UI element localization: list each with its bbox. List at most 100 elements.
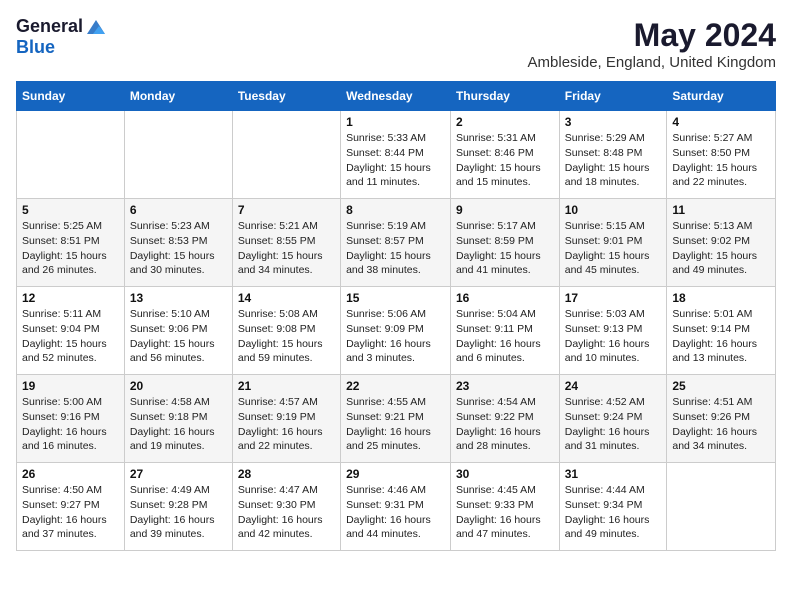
day-info: Sunrise: 5:11 AM Sunset: 9:04 PM Dayligh… [22,307,119,366]
day-number: 11 [672,203,770,217]
day-info: Sunrise: 4:51 AM Sunset: 9:26 PM Dayligh… [672,395,770,454]
day-info: Sunrise: 5:15 AM Sunset: 9:01 PM Dayligh… [565,219,662,278]
day-info: Sunrise: 5:33 AM Sunset: 8:44 PM Dayligh… [346,131,445,190]
day-number: 18 [672,291,770,305]
calendar-cell: 14 Sunrise: 5:08 AM Sunset: 9:08 PM Dayli… [232,287,340,375]
calendar-cell: 25 Sunrise: 4:51 AM Sunset: 9:26 PM Dayli… [667,375,776,463]
day-header-monday: Monday [124,82,232,111]
calendar-cell: 7 Sunrise: 5:21 AM Sunset: 8:55 PM Daylig… [232,199,340,287]
day-number: 29 [346,467,445,481]
calendar-cell: 5 Sunrise: 5:25 AM Sunset: 8:51 PM Daylig… [17,199,125,287]
calendar-cell: 10 Sunrise: 5:15 AM Sunset: 9:01 PM Dayli… [559,199,667,287]
calendar-cell: 11 Sunrise: 5:13 AM Sunset: 9:02 PM Dayli… [667,199,776,287]
header-row: SundayMondayTuesdayWednesdayThursdayFrid… [17,82,776,111]
calendar-cell: 16 Sunrise: 5:04 AM Sunset: 9:11 PM Dayli… [450,287,559,375]
day-info: Sunrise: 4:45 AM Sunset: 9:33 PM Dayligh… [456,483,554,542]
logo: General Blue [16,16,107,58]
day-info: Sunrise: 5:03 AM Sunset: 9:13 PM Dayligh… [565,307,662,366]
day-number: 19 [22,379,119,393]
week-row-5: 26 Sunrise: 4:50 AM Sunset: 9:27 PM Dayli… [17,463,776,551]
calendar-cell: 3Sunrise: 5:29 AM Sunset: 8:48 PM Daylig… [559,111,667,199]
day-header-friday: Friday [559,82,667,111]
day-header-sunday: Sunday [17,82,125,111]
day-number: 5 [22,203,119,217]
day-info: Sunrise: 4:54 AM Sunset: 9:22 PM Dayligh… [456,395,554,454]
calendar-cell: 13Sunrise: 5:10 AM Sunset: 9:06 PM Dayli… [124,287,232,375]
week-row-3: 12 Sunrise: 5:11 AM Sunset: 9:04 PM Dayli… [17,287,776,375]
day-info: Sunrise: 5:08 AM Sunset: 9:08 PM Dayligh… [238,307,335,366]
day-info: Sunrise: 5:13 AM Sunset: 9:02 PM Dayligh… [672,219,770,278]
day-number: 14 [238,291,335,305]
calendar-cell [232,111,340,199]
calendar-cell: 2Sunrise: 5:31 AM Sunset: 8:46 PM Daylig… [450,111,559,199]
day-info: Sunrise: 5:04 AM Sunset: 9:11 PM Dayligh… [456,307,554,366]
day-header-wednesday: Wednesday [341,82,451,111]
day-number: 8 [346,203,445,217]
day-number: 7 [238,203,335,217]
calendar-cell: 6 Sunrise: 5:23 AM Sunset: 8:53 PM Daylig… [124,199,232,287]
calendar-cell: 20Sunrise: 4:58 AM Sunset: 9:18 PM Dayli… [124,375,232,463]
day-info: Sunrise: 4:46 AM Sunset: 9:31 PM Dayligh… [346,483,445,542]
calendar-table: SundayMondayTuesdayWednesdayThursdayFrid… [16,81,776,551]
day-number: 28 [238,467,335,481]
week-row-4: 19 Sunrise: 5:00 AM Sunset: 9:16 PM Dayli… [17,375,776,463]
subtitle: Ambleside, England, United Kingdom [528,54,776,71]
calendar-cell: 15 Sunrise: 5:06 AM Sunset: 9:09 PM Dayli… [341,287,451,375]
calendar-cell: 1 Sunrise: 5:33 AM Sunset: 8:44 PM Daylig… [341,111,451,199]
calendar-cell [124,111,232,199]
title-block: May 2024 Ambleside, England, United King… [528,16,776,71]
day-number: 12 [22,291,119,305]
week-row-1: 1 Sunrise: 5:33 AM Sunset: 8:44 PM Daylig… [17,111,776,199]
calendar-cell: 8 Sunrise: 5:19 AM Sunset: 8:57 PM Daylig… [341,199,451,287]
calendar-cell: 27Sunrise: 4:49 AM Sunset: 9:28 PM Dayli… [124,463,232,551]
calendar-cell: 23 Sunrise: 4:54 AM Sunset: 9:22 PM Dayli… [450,375,559,463]
day-number: 21 [238,379,335,393]
day-info: Sunrise: 4:55 AM Sunset: 9:21 PM Dayligh… [346,395,445,454]
day-info: Sunrise: 4:50 AM Sunset: 9:27 PM Dayligh… [22,483,119,542]
logo-general: General [16,17,83,37]
day-number: 4 [672,115,770,129]
day-info: Sunrise: 4:47 AM Sunset: 9:30 PM Dayligh… [238,483,335,542]
day-info: Sunrise: 5:01 AM Sunset: 9:14 PM Dayligh… [672,307,770,366]
calendar-cell [667,463,776,551]
day-number: 30 [456,467,554,481]
day-number: 10 [565,203,662,217]
day-info: Sunrise: 5:06 AM Sunset: 9:09 PM Dayligh… [346,307,445,366]
calendar-cell: 26 Sunrise: 4:50 AM Sunset: 9:27 PM Dayli… [17,463,125,551]
day-number: 15 [346,291,445,305]
day-info: Sunrise: 4:57 AM Sunset: 9:19 PM Dayligh… [238,395,335,454]
calendar-cell: 24Sunrise: 4:52 AM Sunset: 9:24 PM Dayli… [559,375,667,463]
day-info: Sunrise: 5:31 AM Sunset: 8:46 PM Dayligh… [456,131,554,190]
calendar-cell: 12 Sunrise: 5:11 AM Sunset: 9:04 PM Dayli… [17,287,125,375]
day-number: 31 [565,467,662,481]
day-info: Sunrise: 5:27 AM Sunset: 8:50 PM Dayligh… [672,131,770,190]
day-number: 23 [456,379,554,393]
day-number: 16 [456,291,554,305]
day-info: Sunrise: 5:21 AM Sunset: 8:55 PM Dayligh… [238,219,335,278]
day-number: 25 [672,379,770,393]
day-number: 6 [130,203,227,217]
day-header-tuesday: Tuesday [232,82,340,111]
calendar-cell: 28 Sunrise: 4:47 AM Sunset: 9:30 PM Dayli… [232,463,340,551]
calendar-cell: 18 Sunrise: 5:01 AM Sunset: 9:14 PM Dayli… [667,287,776,375]
day-info: Sunrise: 5:25 AM Sunset: 8:51 PM Dayligh… [22,219,119,278]
day-number: 27 [130,467,227,481]
day-number: 13 [130,291,227,305]
logo-icon [85,16,107,38]
calendar-cell: 9Sunrise: 5:17 AM Sunset: 8:59 PM Daylig… [450,199,559,287]
day-number: 1 [346,115,445,129]
day-number: 9 [456,203,554,217]
day-number: 26 [22,467,119,481]
day-info: Sunrise: 4:44 AM Sunset: 9:34 PM Dayligh… [565,483,662,542]
day-info: Sunrise: 5:00 AM Sunset: 9:16 PM Dayligh… [22,395,119,454]
day-info: Sunrise: 5:23 AM Sunset: 8:53 PM Dayligh… [130,219,227,278]
day-header-saturday: Saturday [667,82,776,111]
calendar-cell: 21 Sunrise: 4:57 AM Sunset: 9:19 PM Dayli… [232,375,340,463]
day-info: Sunrise: 5:19 AM Sunset: 8:57 PM Dayligh… [346,219,445,278]
day-info: Sunrise: 4:58 AM Sunset: 9:18 PM Dayligh… [130,395,227,454]
day-number: 17 [565,291,662,305]
day-number: 22 [346,379,445,393]
calendar-cell: 30 Sunrise: 4:45 AM Sunset: 9:33 PM Dayli… [450,463,559,551]
calendar-cell: 19 Sunrise: 5:00 AM Sunset: 9:16 PM Dayli… [17,375,125,463]
calendar-cell: 4 Sunrise: 5:27 AM Sunset: 8:50 PM Daylig… [667,111,776,199]
